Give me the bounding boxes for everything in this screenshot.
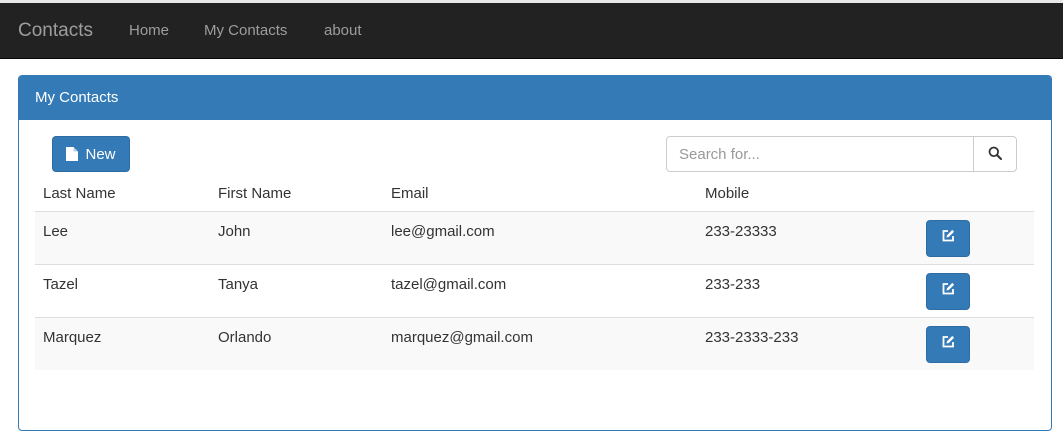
cell-actions bbox=[918, 316, 1034, 370]
cell-first-name: Orlando bbox=[210, 316, 383, 370]
table-row: Tazel Tanya tazel@gmail.com 233-233 bbox=[35, 263, 1034, 317]
cell-mobile: 233-2333-233 bbox=[697, 316, 918, 370]
edit-icon bbox=[941, 282, 955, 300]
column-header-actions bbox=[918, 176, 1034, 212]
cell-last-name: Tazel bbox=[35, 263, 210, 317]
search-icon bbox=[988, 146, 1002, 163]
navbar-brand[interactable]: Contacts bbox=[18, 3, 93, 59]
cell-email: marquez@gmail.com bbox=[383, 316, 697, 370]
cell-email: lee@gmail.com bbox=[383, 211, 697, 264]
nav-link-my-contacts[interactable]: My Contacts bbox=[204, 3, 287, 59]
column-header-email: Email bbox=[383, 176, 697, 212]
edit-icon bbox=[941, 335, 955, 353]
contacts-panel: My Contacts New Last Name First Name Ema… bbox=[18, 75, 1052, 431]
cell-email: tazel@gmail.com bbox=[383, 263, 697, 317]
table-row: Lee John lee@gmail.com 233-23333 bbox=[35, 211, 1034, 264]
file-icon bbox=[66, 147, 79, 161]
table-row: Marquez Orlando marquez@gmail.com 233-23… bbox=[35, 316, 1034, 370]
nav-link-home[interactable]: Home bbox=[129, 3, 169, 59]
cell-mobile: 233-23333 bbox=[697, 211, 918, 264]
new-contact-button[interactable]: New bbox=[52, 136, 130, 172]
edit-contact-button[interactable] bbox=[926, 272, 970, 310]
cell-last-name: Marquez bbox=[35, 316, 210, 370]
new-button-label: New bbox=[85, 145, 116, 163]
cell-first-name: Tanya bbox=[210, 263, 383, 317]
search-button[interactable] bbox=[973, 136, 1017, 172]
cell-first-name: John bbox=[210, 211, 383, 264]
column-header-mobile: Mobile bbox=[697, 176, 918, 212]
table-header-row: Last Name First Name Email Mobile bbox=[35, 176, 1034, 212]
edit-icon bbox=[941, 229, 955, 247]
top-navbar: Contacts Home My Contacts about bbox=[0, 3, 1063, 59]
edit-contact-button[interactable] bbox=[926, 219, 970, 257]
cell-last-name: Lee bbox=[35, 211, 210, 264]
cell-mobile: 233-233 bbox=[697, 263, 918, 317]
search-group bbox=[666, 136, 1018, 172]
search-input[interactable] bbox=[666, 136, 974, 172]
nav-link-about[interactable]: about bbox=[324, 3, 362, 59]
column-header-first-name: First Name bbox=[210, 176, 383, 212]
panel-title: My Contacts bbox=[19, 76, 1051, 120]
cell-actions bbox=[918, 263, 1034, 317]
cell-actions bbox=[918, 211, 1034, 264]
edit-contact-button[interactable] bbox=[926, 325, 970, 363]
column-header-last-name: Last Name bbox=[35, 176, 210, 212]
contacts-table: Last Name First Name Email Mobile Lee Jo… bbox=[35, 176, 1034, 370]
